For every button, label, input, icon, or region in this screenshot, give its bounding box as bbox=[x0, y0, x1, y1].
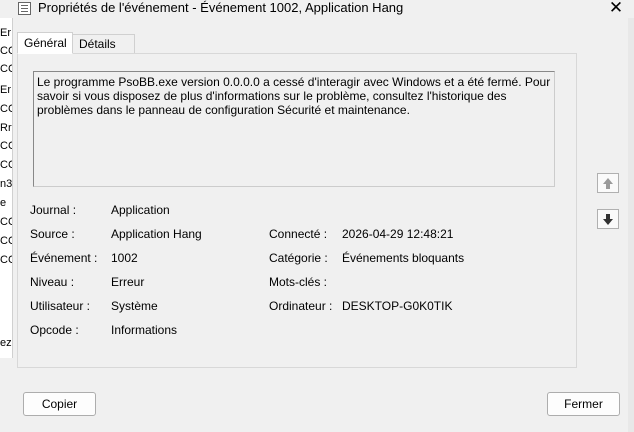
opcode-label: Opcode : bbox=[30, 323, 79, 337]
source-value: Application Hang bbox=[111, 227, 202, 241]
title-bar: Propriétés de l'événement - Événement 10… bbox=[12, 0, 634, 18]
background-text: CC bbox=[0, 140, 12, 152]
background-text: e bbox=[0, 197, 7, 209]
background-text: CC bbox=[0, 254, 12, 266]
journal-label: Journal : bbox=[30, 203, 77, 217]
window-title: Propriétés de l'événement - Événement 10… bbox=[38, 0, 404, 15]
next-event-button[interactable] bbox=[597, 209, 619, 229]
keywords-label: Mots-clés : bbox=[269, 275, 328, 289]
background-text: n3 bbox=[0, 178, 13, 190]
general-panel: Le programme PsoBB.exe version 0.0.0.0 a… bbox=[17, 53, 577, 368]
user-value: Système bbox=[111, 299, 158, 313]
category-value: Événements bloquants bbox=[342, 251, 465, 265]
background-text: Er bbox=[0, 84, 11, 96]
background-text: ez bbox=[0, 337, 12, 349]
copy-button[interactable]: Copier bbox=[23, 392, 96, 416]
tab-details[interactable]: Détails bbox=[73, 34, 135, 54]
background-text: CC bbox=[0, 159, 12, 171]
previous-event-button[interactable] bbox=[597, 173, 619, 193]
background-window: Er CC CC Er CC Rr CC CC n3 e CC CC CC bbox=[0, 18, 13, 358]
background-text: CC bbox=[0, 63, 12, 75]
logged-value: 2026-04-29 12:48:21 bbox=[342, 227, 454, 241]
computer-value: DESKTOP-G0K0TIK bbox=[342, 299, 453, 313]
background-text: CC bbox=[0, 103, 12, 115]
background-text: CC bbox=[0, 235, 12, 247]
logged-label: Connecté : bbox=[269, 227, 328, 241]
tab-general[interactable]: Général bbox=[17, 32, 73, 54]
arrow-down-icon bbox=[603, 214, 613, 225]
close-window-button[interactable]: ✕ bbox=[606, 0, 626, 18]
arrow-up-icon bbox=[603, 178, 613, 189]
computer-label: Ordinateur : bbox=[269, 299, 333, 313]
category-label: Catégorie : bbox=[269, 251, 328, 265]
level-value: Erreur bbox=[111, 275, 145, 289]
user-label: Utilisateur : bbox=[30, 299, 91, 313]
event-properties-icon bbox=[18, 2, 31, 15]
level-label: Niveau : bbox=[30, 275, 75, 289]
event-description[interactable]: Le programme PsoBB.exe version 0.0.0.0 a… bbox=[33, 71, 555, 187]
close-button[interactable]: Fermer bbox=[547, 392, 620, 416]
opcode-value: Informations bbox=[111, 323, 178, 337]
background-text: Er bbox=[0, 27, 11, 39]
background-text: CC bbox=[0, 216, 12, 228]
journal-value: Application bbox=[111, 203, 170, 217]
background-text: CC bbox=[0, 45, 12, 57]
background-window-edge bbox=[628, 18, 634, 432]
background-text: Rr bbox=[0, 122, 12, 134]
source-label: Source : bbox=[30, 227, 75, 241]
event-id-label: Événement : bbox=[30, 251, 98, 265]
event-id-value: 1002 bbox=[111, 251, 138, 265]
